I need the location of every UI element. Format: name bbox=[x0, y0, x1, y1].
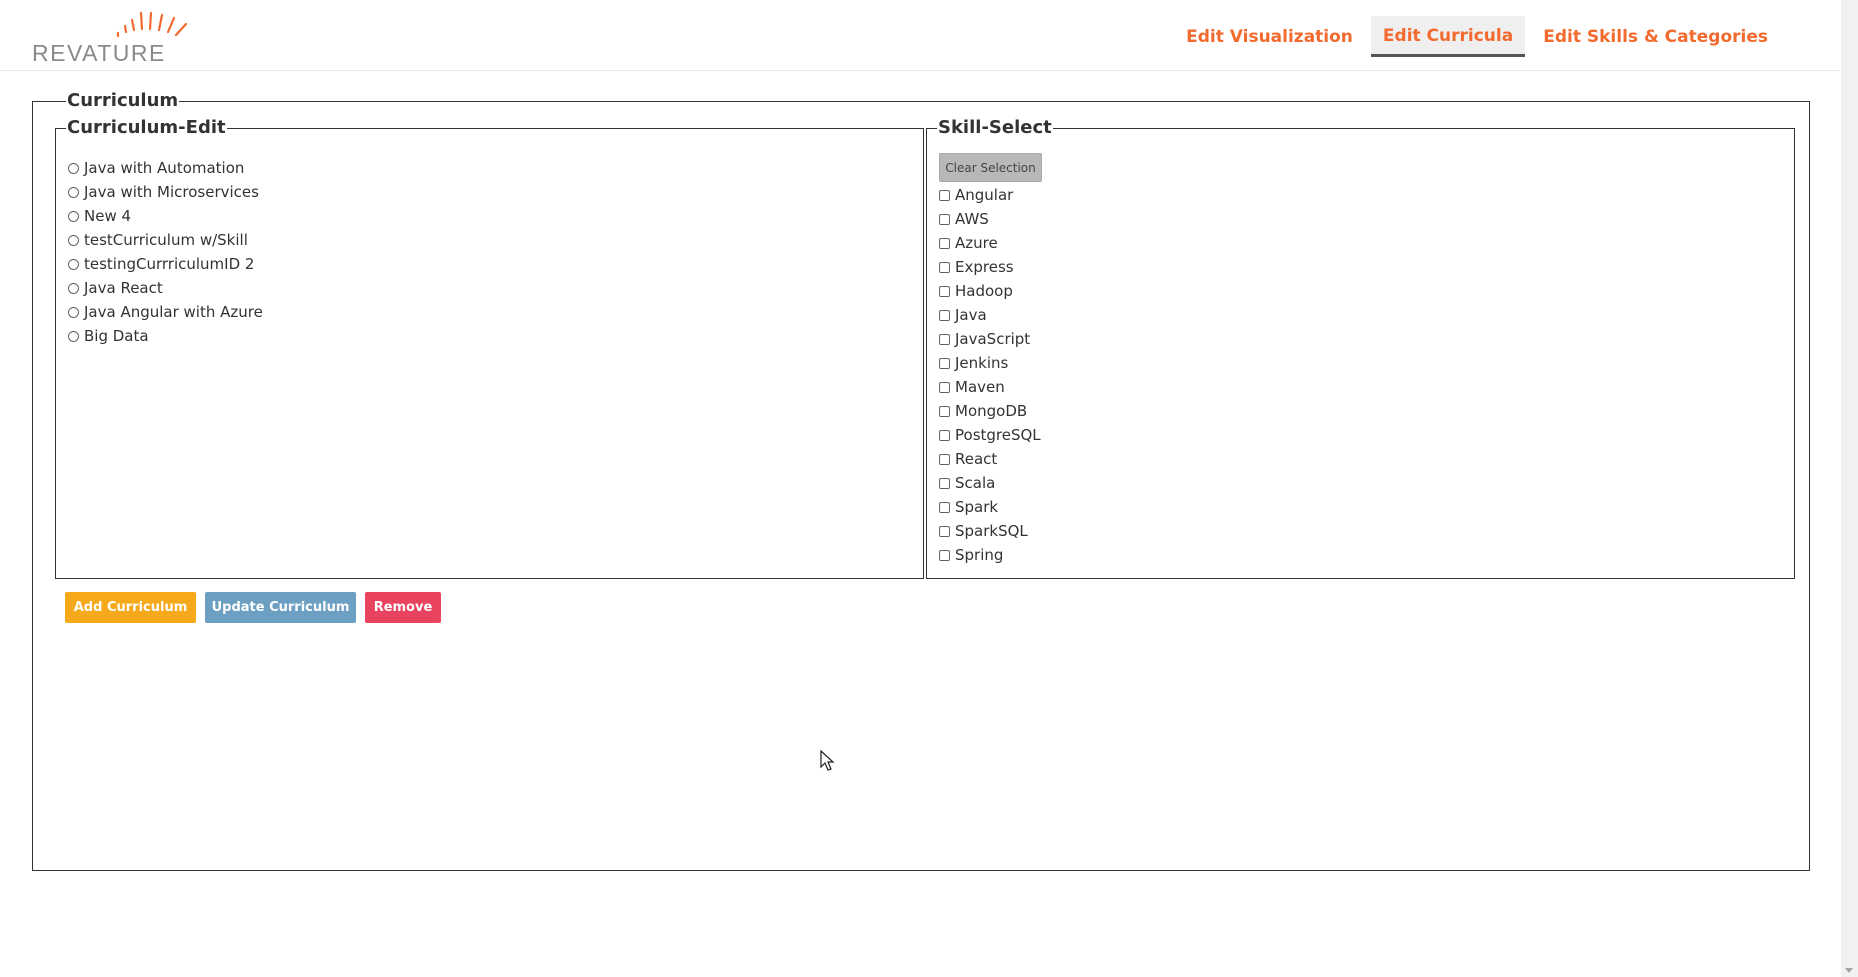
skill-option[interactable]: Angular bbox=[939, 183, 1041, 207]
radio-button[interactable] bbox=[68, 234, 79, 246]
skill-option[interactable]: React bbox=[939, 447, 1041, 471]
skill-option[interactable]: Spring bbox=[939, 543, 1041, 567]
skill-option-label: Angular bbox=[955, 186, 1014, 204]
radio-button[interactable] bbox=[68, 162, 79, 174]
skill-option[interactable]: AWS bbox=[939, 207, 1041, 231]
checkbox[interactable] bbox=[939, 381, 950, 393]
curriculum-option-label: testingCurrriculumID 2 bbox=[84, 255, 255, 273]
curriculum-option[interactable]: testCurriculum w/Skill bbox=[68, 228, 263, 252]
skill-option-label: Java bbox=[955, 306, 987, 324]
main-nav: Edit Visualization Edit Curricula Edit S… bbox=[1168, 16, 1780, 57]
skill-option-label: React bbox=[955, 450, 998, 468]
curriculum-edit-fieldset: Curriculum-Edit Java with Automation Jav… bbox=[55, 117, 924, 579]
curriculum-legend: Curriculum bbox=[66, 90, 180, 111]
curriculum-option[interactable]: Java with Microservices bbox=[68, 180, 263, 204]
skill-option[interactable]: SparkSQL bbox=[939, 519, 1041, 543]
curriculum-option-label: Java with Microservices bbox=[84, 183, 259, 201]
curriculum-option-label: testCurriculum w/Skill bbox=[84, 231, 248, 249]
skill-option-label: Spring bbox=[955, 546, 1004, 564]
checkbox[interactable] bbox=[939, 213, 950, 225]
skill-checkbox-list: Angular AWS Azure Express Hadoop Java Ja… bbox=[939, 183, 1041, 567]
skill-option[interactable]: Spark bbox=[939, 495, 1041, 519]
curriculum-option[interactable]: Java Angular with Azure bbox=[68, 300, 263, 324]
vertical-scrollbar[interactable] bbox=[1841, 0, 1858, 977]
curriculum-radio-list: Java with Automation Java with Microserv… bbox=[68, 156, 263, 348]
update-curriculum-button[interactable]: Update Curriculum bbox=[205, 592, 356, 623]
skill-option[interactable]: JavaScript bbox=[939, 327, 1041, 351]
skill-option-label: Hadoop bbox=[955, 282, 1013, 300]
skill-option-label: AWS bbox=[955, 210, 989, 228]
curriculum-fieldset: Curriculum Curriculum-Edit Java with Aut… bbox=[32, 90, 1810, 871]
add-curriculum-button[interactable]: Add Curriculum bbox=[65, 592, 196, 623]
skill-option-label: JavaScript bbox=[955, 330, 1031, 348]
nav-edit-skills-categories[interactable]: Edit Skills & Categories bbox=[1531, 17, 1780, 57]
brand-name: REVATURE bbox=[32, 40, 166, 66]
curriculum-option[interactable]: Java with Automation bbox=[68, 156, 263, 180]
skill-option-label: SparkSQL bbox=[955, 522, 1028, 540]
skill-option-label: PostgreSQL bbox=[955, 426, 1041, 444]
skill-select-fieldset: Skill-Select Clear Selection Angular AWS… bbox=[926, 117, 1795, 579]
skill-select-legend: Skill-Select bbox=[937, 117, 1053, 138]
curriculum-option[interactable]: Big Data bbox=[68, 324, 263, 348]
skill-option[interactable]: Jenkins bbox=[939, 351, 1041, 375]
curriculum-option[interactable]: testingCurrriculumID 2 bbox=[68, 252, 263, 276]
radio-button[interactable] bbox=[68, 186, 79, 198]
skill-option-label: Scala bbox=[955, 474, 996, 492]
skill-option[interactable]: Azure bbox=[939, 231, 1041, 255]
checkbox[interactable] bbox=[939, 309, 950, 321]
checkbox[interactable] bbox=[939, 357, 950, 369]
skill-option-label: Azure bbox=[955, 234, 998, 252]
checkbox[interactable] bbox=[939, 429, 950, 441]
checkbox[interactable] bbox=[939, 477, 950, 489]
radio-button[interactable] bbox=[68, 306, 79, 318]
curriculum-actions: Add Curriculum Update Curriculum Remove bbox=[65, 592, 450, 623]
checkbox[interactable] bbox=[939, 333, 950, 345]
skill-option[interactable]: Maven bbox=[939, 375, 1041, 399]
curriculum-option[interactable]: New 4 bbox=[68, 204, 263, 228]
curriculum-edit-legend: Curriculum-Edit bbox=[66, 117, 227, 138]
checkbox[interactable] bbox=[939, 501, 950, 513]
mouse-cursor-icon bbox=[820, 750, 835, 771]
checkbox[interactable] bbox=[939, 237, 950, 249]
radio-button[interactable] bbox=[68, 258, 79, 270]
curriculum-option-label: New 4 bbox=[84, 207, 132, 225]
nav-edit-curricula[interactable]: Edit Curricula bbox=[1370, 16, 1526, 57]
checkbox[interactable] bbox=[939, 525, 950, 537]
skill-option[interactable]: MongoDB bbox=[939, 399, 1041, 423]
skill-option-label: Maven bbox=[955, 378, 1005, 396]
checkbox[interactable] bbox=[939, 285, 950, 297]
checkbox[interactable] bbox=[939, 549, 950, 561]
skill-option-label: Jenkins bbox=[955, 354, 1009, 372]
sunburst-icon bbox=[116, 11, 188, 38]
scroll-down-arrow-icon[interactable] bbox=[1845, 968, 1853, 973]
checkbox[interactable] bbox=[939, 261, 950, 273]
curriculum-option[interactable]: Java React bbox=[68, 276, 263, 300]
nav-edit-visualization[interactable]: Edit Visualization bbox=[1174, 17, 1365, 57]
curriculum-option-label: Java with Automation bbox=[84, 159, 245, 177]
skill-option-label: MongoDB bbox=[955, 402, 1028, 420]
skill-option[interactable]: PostgreSQL bbox=[939, 423, 1041, 447]
revature-logo[interactable]: REVATURE bbox=[30, 10, 200, 66]
curriculum-option-label: Java Angular with Azure bbox=[84, 303, 263, 321]
skill-option-label: Express bbox=[955, 258, 1014, 276]
skill-option[interactable]: Hadoop bbox=[939, 279, 1041, 303]
clear-selection-button[interactable]: Clear Selection bbox=[939, 153, 1042, 182]
checkbox[interactable] bbox=[939, 405, 950, 417]
curriculum-option-label: Java React bbox=[84, 279, 163, 297]
radio-button[interactable] bbox=[68, 330, 79, 342]
header: REVATURE Edit Visualization Edit Curricu… bbox=[0, 0, 1840, 71]
skill-option[interactable]: Java bbox=[939, 303, 1041, 327]
skill-option[interactable]: Scala bbox=[939, 471, 1041, 495]
radio-button[interactable] bbox=[68, 210, 79, 222]
remove-button[interactable]: Remove bbox=[365, 592, 441, 623]
skill-option-label: Spark bbox=[955, 498, 999, 516]
checkbox[interactable] bbox=[939, 453, 950, 465]
curriculum-option-label: Big Data bbox=[84, 327, 149, 345]
skill-option[interactable]: Express bbox=[939, 255, 1041, 279]
radio-button[interactable] bbox=[68, 282, 79, 294]
checkbox[interactable] bbox=[939, 189, 950, 201]
